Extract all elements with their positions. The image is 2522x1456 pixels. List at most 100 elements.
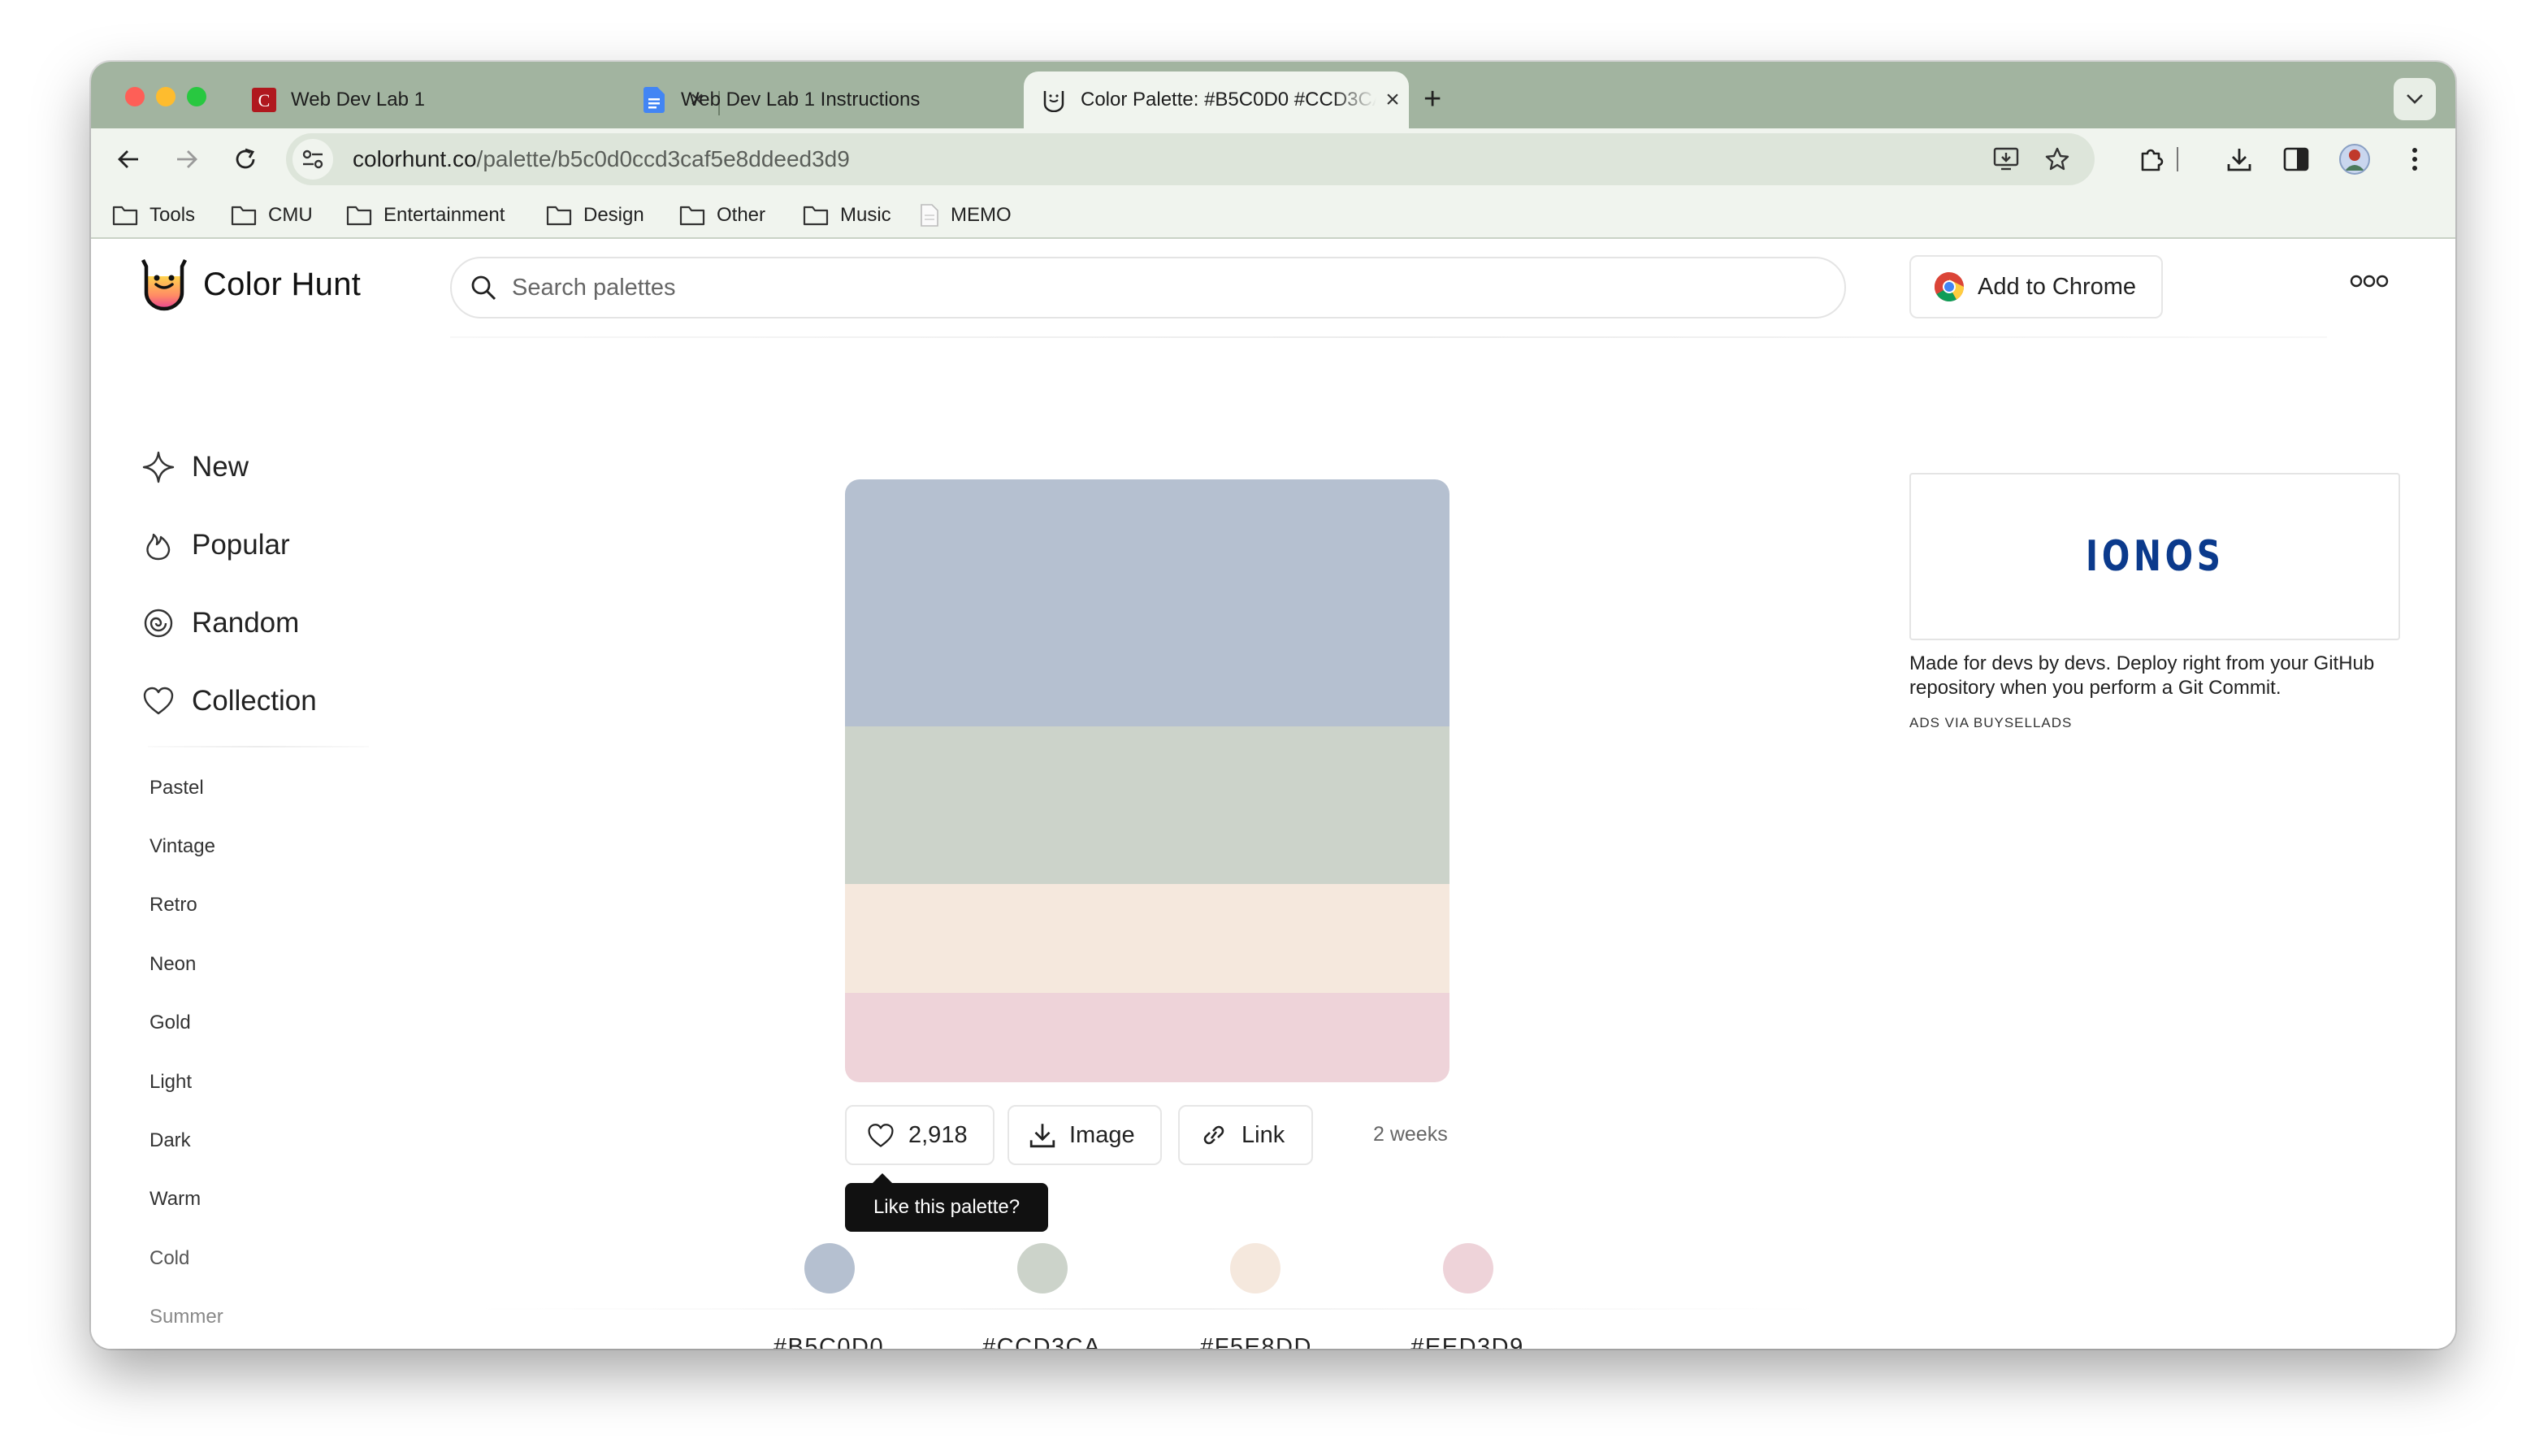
bookmark-folder-other[interactable]: Other <box>679 202 765 229</box>
bookmarks-bar: Tools CMU Entertainment Design Other Mus… <box>91 190 2455 239</box>
minimize-window-button[interactable] <box>156 87 176 106</box>
bookmark-folder-cmu[interactable]: CMU <box>231 202 313 229</box>
bookmark-label: Other <box>717 204 766 226</box>
search-bar[interactable] <box>450 257 1846 318</box>
bookmark-label: Tools <box>150 204 196 226</box>
hex-code-1[interactable]: #B5C0D0 <box>748 1334 910 1349</box>
browser-toolbar: colorhunt.co/palette/b5c0d0ccd3caf5e8dde… <box>91 128 2455 190</box>
tag-neon[interactable]: Neon <box>150 953 196 976</box>
search-icon <box>471 275 496 301</box>
more-options-icon[interactable] <box>2350 275 2389 292</box>
palette-card[interactable] <box>845 479 1450 1082</box>
browser-window: C Web Dev Lab 1 × Web Dev Lab 1 Instruct… <box>91 62 2455 1349</box>
palette-color-4[interactable] <box>845 993 1450 1082</box>
sparkle-icon <box>142 451 175 483</box>
bookmark-label: Entertainment <box>384 204 505 226</box>
header-divider <box>450 336 2327 338</box>
side-panel-icon[interactable] <box>2277 140 2316 179</box>
close-window-button[interactable] <box>125 87 145 106</box>
site-logo[interactable]: Color Hunt <box>138 257 361 312</box>
ad-via-label[interactable]: ADS VIA BUYSELLADS <box>1909 715 2072 731</box>
close-tab-icon[interactable]: × <box>1376 86 1409 114</box>
nav-label: Collection <box>192 685 317 717</box>
ad-text[interactable]: Made for devs by devs. Deploy right from… <box>1909 652 2413 700</box>
likes-count: 2,918 <box>908 1121 968 1148</box>
new-tab-button[interactable]: + <box>1424 83 1441 115</box>
tag-light[interactable]: Light <box>150 1071 192 1094</box>
swatch-circle-1[interactable] <box>804 1243 855 1294</box>
like-button[interactable]: 2,918 <box>845 1105 994 1165</box>
tag-gold[interactable]: Gold <box>150 1012 191 1034</box>
sidebar-divider <box>148 746 369 748</box>
bookmark-folder-music[interactable]: Music <box>803 202 891 229</box>
ad-banner[interactable]: IONOS <box>1909 473 2400 640</box>
maximize-window-button[interactable] <box>187 87 206 106</box>
spiral-icon <box>144 609 173 638</box>
palette-color-3[interactable] <box>845 884 1450 993</box>
profile-avatar-icon[interactable] <box>2335 140 2374 179</box>
bookmark-memo[interactable]: MEMO <box>920 202 1012 229</box>
downloads-icon[interactable] <box>2220 140 2259 179</box>
swatch-circle-4[interactable] <box>1443 1243 1493 1294</box>
bookmark-folder-entertainment[interactable]: Entertainment <box>346 202 505 229</box>
bookmark-folder-design[interactable]: Design <box>546 202 644 229</box>
install-app-icon[interactable] <box>1987 140 2026 179</box>
folder-icon <box>231 206 257 226</box>
nav-item-new[interactable]: New <box>141 450 249 484</box>
ionos-logo: IONOS <box>2085 532 2225 581</box>
tag-summer[interactable]: Summer <box>150 1306 223 1328</box>
like-tooltip: Like this palette? <box>845 1173 1048 1232</box>
palette-color-1[interactable] <box>845 479 1450 726</box>
hex-code-4[interactable]: #EED3D9 <box>1386 1334 1549 1349</box>
nav-item-random[interactable]: Random <box>141 606 299 640</box>
swatch-circle-3[interactable] <box>1230 1243 1280 1294</box>
tag-warm[interactable]: Warm <box>150 1188 201 1211</box>
url-host: colorhunt.co <box>353 146 477 171</box>
tag-pastel[interactable]: Pastel <box>150 777 204 800</box>
tag-dark[interactable]: Dark <box>150 1129 191 1152</box>
tab-search-button[interactable] <box>2394 78 2436 120</box>
add-to-chrome-button[interactable]: Add to Chrome <box>1909 255 2163 318</box>
nav-label: Random <box>192 607 300 639</box>
nav-label: New <box>192 451 249 483</box>
browser-menu-icon[interactable] <box>2395 140 2434 179</box>
tab-color-palette[interactable]: Color Palette: #B5C0D0 #CCD3CA × <box>1024 72 1409 128</box>
image-label: Image <box>1069 1121 1135 1148</box>
bookmark-folder-tools[interactable]: Tools <box>112 202 195 229</box>
cmu-icon: C <box>252 88 276 112</box>
page-icon <box>921 204 938 227</box>
nav-item-popular[interactable]: Popular <box>141 528 290 562</box>
back-button[interactable] <box>109 140 148 179</box>
swatch-circle-2[interactable] <box>1017 1243 1068 1294</box>
folder-icon <box>546 206 572 226</box>
reload-button[interactable] <box>226 140 265 179</box>
bookmark-label: Design <box>583 204 644 226</box>
address-bar[interactable]: colorhunt.co/palette/b5c0d0ccd3caf5e8dde… <box>286 133 2095 185</box>
tag-cold[interactable]: Cold <box>150 1247 189 1270</box>
link-label: Link <box>1242 1121 1285 1148</box>
heart-icon <box>868 1124 894 1147</box>
hex-code-3[interactable]: #F5E8DD <box>1175 1334 1337 1349</box>
extensions-icon[interactable] <box>2132 140 2171 179</box>
search-input[interactable] <box>512 274 1731 301</box>
color-hunt-logo-icon <box>141 258 188 311</box>
tag-retro[interactable]: Retro <box>150 894 197 916</box>
tab-title: Web Dev Lab 1 <box>291 89 425 110</box>
site-settings-icon[interactable] <box>292 139 333 180</box>
hex-code-2[interactable]: #CCD3CA <box>960 1334 1123 1349</box>
forward-button[interactable] <box>167 140 206 179</box>
download-image-button[interactable]: Image <box>1008 1105 1162 1165</box>
folder-icon <box>346 206 372 226</box>
copy-link-button[interactable]: Link <box>1178 1105 1313 1165</box>
tag-vintage[interactable]: Vintage <box>150 835 215 858</box>
palette-color-2[interactable] <box>845 726 1450 884</box>
swatch-divider <box>473 1308 1822 1310</box>
folder-icon <box>679 206 705 226</box>
tab-title: Color Palette: #B5C0D0 #CCD3CA <box>1081 89 1376 110</box>
bookmark-star-icon[interactable] <box>2038 140 2077 179</box>
palette-age: 2 weeks <box>1373 1123 1448 1146</box>
bookmark-label: CMU <box>268 204 313 226</box>
nav-item-collection[interactable]: Collection <box>141 684 317 718</box>
tab-strip: C Web Dev Lab 1 × Web Dev Lab 1 Instruct… <box>91 62 2455 128</box>
svg-text:C: C <box>258 90 271 110</box>
